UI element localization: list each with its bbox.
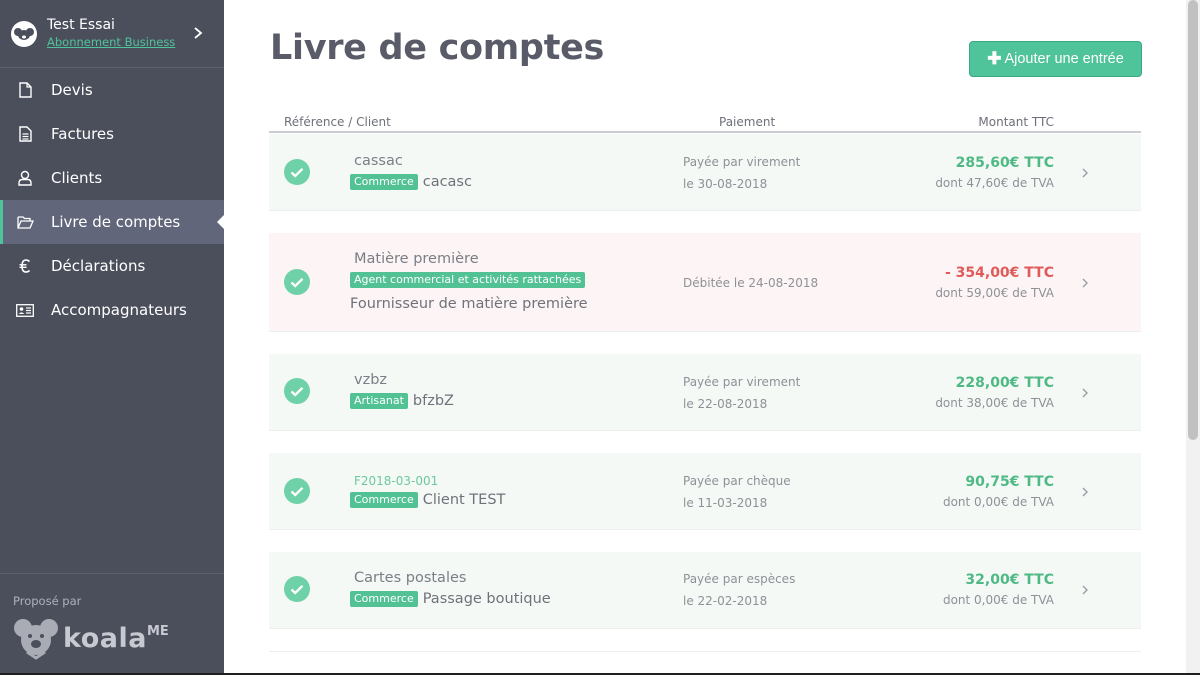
add-entry-button[interactable]: ✚ Ajouter une entrée (969, 41, 1142, 77)
payment-method: Payée par espèces (683, 572, 796, 586)
vat-amount: dont 59,00€ de TVA (935, 286, 1054, 300)
plus-icon: ✚ (987, 49, 1002, 68)
payment-status: Débitée le 24-08-2018 (683, 276, 819, 290)
koala-logo: koala ME (13, 616, 224, 660)
client-name: Fournisseur de matière première (350, 296, 588, 312)
chevron-right-icon (1082, 487, 1088, 497)
client-name: Passage boutique (422, 591, 551, 607)
document-icon (16, 81, 34, 99)
amount-ttc: 228,00€ TTC (955, 375, 1054, 391)
vat-amount: dont 47,60€ de TVA (935, 176, 1054, 190)
check-circle-icon (284, 478, 310, 504)
entry-reference: Cartes postales (354, 570, 467, 586)
check-circle-icon (284, 576, 310, 602)
sidebar-item-label: Devis (51, 81, 93, 99)
table-row[interactable]: Matière première Agent commercial et act… (269, 233, 1141, 332)
amount-ttc: 32,00€ TTC (965, 572, 1054, 588)
activity-tag: Commerce (350, 174, 418, 190)
column-header-amount: Montant TTC (978, 115, 1054, 129)
amount-ttc: 285,60€ TTC (955, 155, 1054, 171)
brand-name: koala (63, 622, 147, 654)
account-name: Test Essai (47, 17, 115, 33)
table-row-partial (269, 651, 1141, 675)
table-row[interactable]: vzbz Artisanat bfzbZ Payée par virement … (269, 354, 1141, 431)
account-switcher[interactable]: Test Essai Abonnement Business (0, 0, 224, 68)
chevron-right-icon (1082, 585, 1088, 595)
sidebar-item-clients[interactable]: Clients (0, 156, 224, 200)
add-entry-label: Ajouter une entrée (1004, 51, 1124, 67)
vat-amount: dont 0,00€ de TVA (942, 593, 1054, 607)
chevron-right-icon (1082, 168, 1088, 178)
sidebar-item-devis[interactable]: Devis (0, 68, 224, 112)
payment-date: le 22-08-2018 (683, 397, 768, 411)
entry-reference: cassac (354, 153, 403, 169)
table-row[interactable]: F2018-03-001 Commerce Client TEST Payée … (269, 453, 1141, 530)
table-row[interactable]: cassac Commerce cacasc Payée par viremen… (269, 134, 1141, 211)
sidebar-item-label: Factures (51, 125, 114, 143)
page-title: Livre de comptes (270, 28, 605, 68)
check-circle-icon (284, 159, 310, 185)
activity-tag: Artisanat (350, 393, 408, 409)
sidebar-item-declarations[interactable]: Déclarations (0, 244, 224, 288)
invoice-icon (16, 125, 34, 143)
koala-avatar-icon (11, 20, 37, 47)
sidebar-item-label: Déclarations (51, 257, 146, 275)
vat-amount: dont 38,00€ de TVA (935, 396, 1054, 410)
column-header-reference: Référence / Client (284, 115, 391, 129)
client-name: cacasc (422, 174, 472, 190)
payment-method: Payée par chèque (683, 474, 791, 488)
chevron-right-icon (1082, 388, 1088, 398)
sidebar-item-label: Clients (51, 169, 103, 187)
entry-reference: Matière première (354, 251, 479, 267)
sidebar-nav: Devis Factures Clients Livre de comptes … (0, 68, 224, 332)
check-circle-icon (284, 269, 310, 295)
entry-reference: vzbz (354, 372, 388, 388)
sidebar-item-label: Accompagnateurs (51, 301, 187, 319)
user-icon (16, 169, 34, 187)
activity-tag: Commerce (350, 591, 418, 607)
payment-method: Payée par virement (683, 155, 801, 169)
table-header: Référence / Client Paiement Montant TTC (269, 112, 1141, 133)
sidebar: Test Essai Abonnement Business Devis Fac… (0, 0, 224, 675)
client-name: bfzbZ (412, 393, 454, 409)
proposed-by-label: Proposé par (13, 594, 82, 608)
chevron-right-icon (194, 27, 203, 39)
subscription-link[interactable]: Abonnement Business (47, 34, 175, 50)
client-name: Client TEST (422, 492, 506, 508)
scrollbar-thumb[interactable] (1188, 0, 1198, 440)
brand-suffix: ME (146, 624, 169, 639)
payment-date: le 30-08-2018 (683, 177, 768, 191)
vat-amount: dont 0,00€ de TVA (942, 495, 1054, 509)
sidebar-item-livre-de-comptes[interactable]: Livre de comptes (0, 200, 224, 244)
main-content: Livre de comptes ✚ Ajouter une entrée Ré… (224, 0, 1186, 675)
activity-tag: Agent commercial et activités rattachées (350, 272, 586, 288)
amount-ttc: 90,75€ TTC (965, 474, 1054, 490)
id-card-icon (16, 301, 34, 319)
payment-date: le 22-02-2018 (683, 594, 768, 608)
column-header-payment: Paiement (719, 115, 776, 129)
check-circle-icon (284, 378, 310, 404)
sidebar-item-label: Livre de comptes (51, 213, 181, 231)
payment-method: Payée par virement (683, 375, 801, 389)
invoice-reference-link[interactable]: F2018-03-001 (354, 474, 438, 488)
sidebar-item-accompagnateurs[interactable]: Accompagnateurs (0, 288, 224, 332)
table-row[interactable]: Cartes postales Commerce Passage boutiqu… (269, 552, 1141, 629)
chevron-right-icon (1082, 278, 1088, 288)
euro-icon (16, 257, 34, 275)
sidebar-footer: Proposé par koala ME (0, 573, 224, 675)
activity-tag: Commerce (350, 492, 418, 508)
amount-ttc: - 354,00€ TTC (944, 265, 1054, 281)
koala-logo-icon (14, 619, 58, 660)
vertical-scrollbar[interactable] (1186, 0, 1200, 675)
payment-date: le 11-03-2018 (683, 496, 768, 510)
sidebar-item-factures[interactable]: Factures (0, 112, 224, 156)
folder-open-icon (16, 213, 34, 231)
